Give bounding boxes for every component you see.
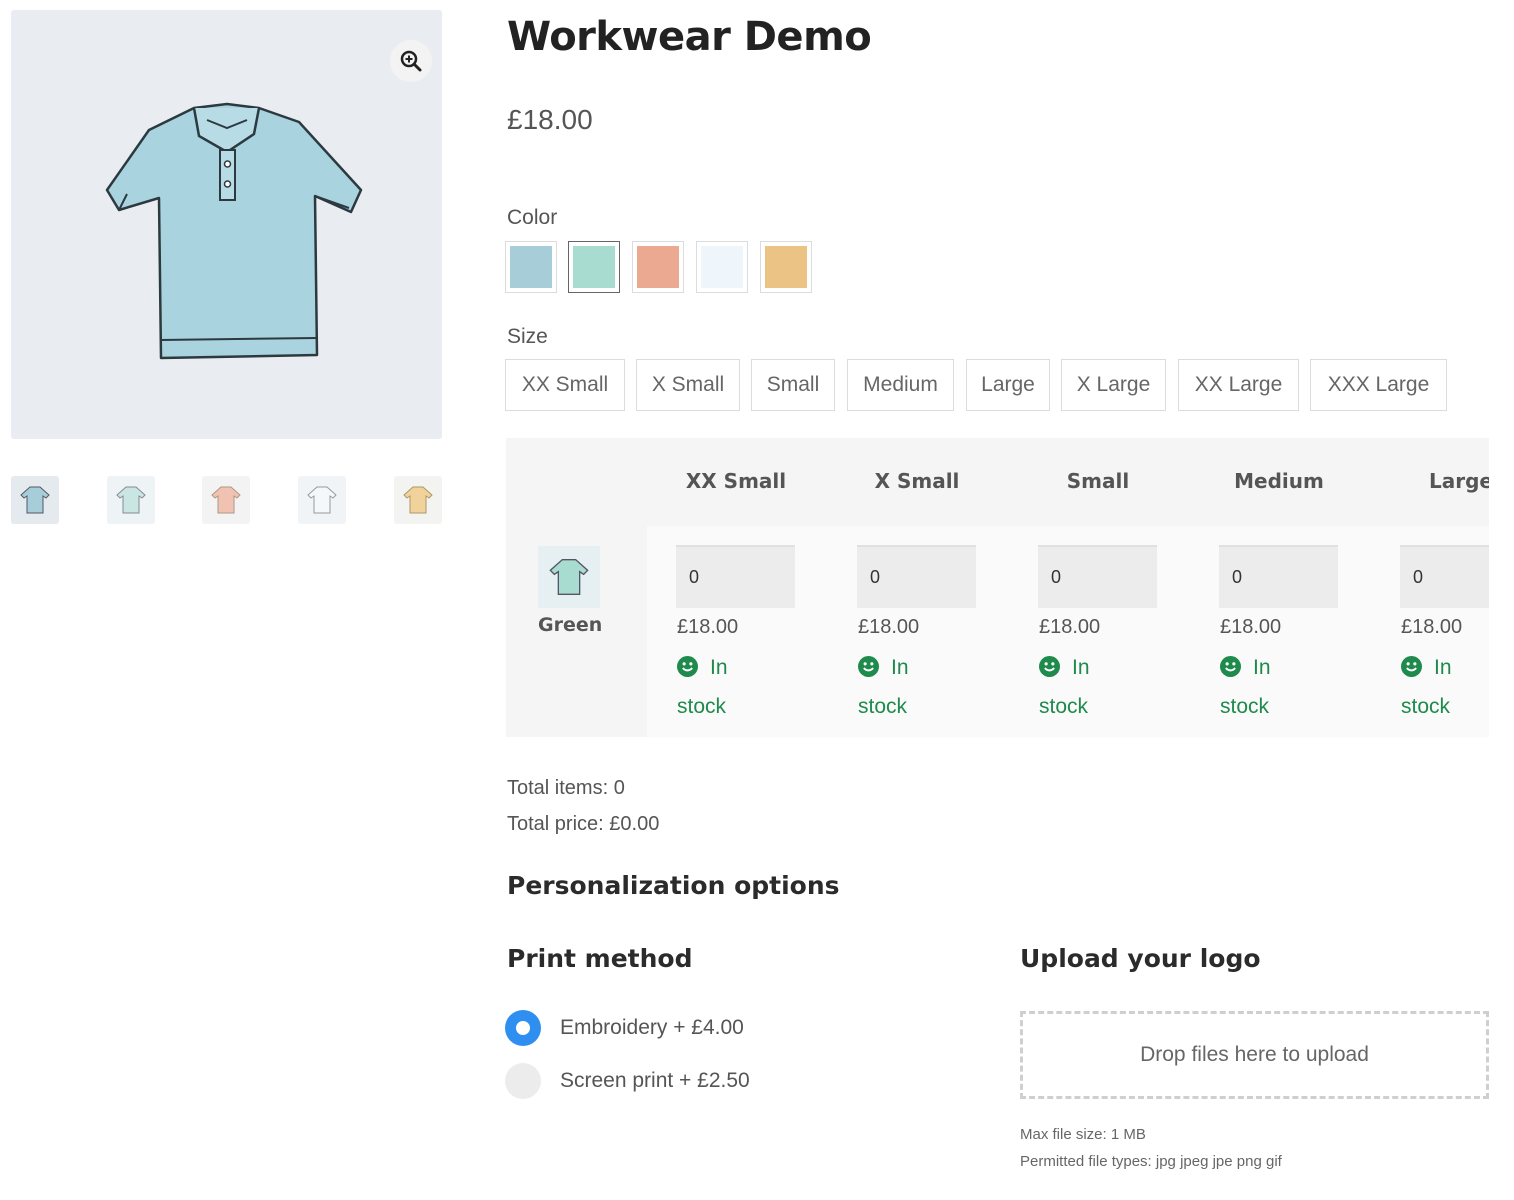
radio-button-selected[interactable]	[505, 1010, 541, 1046]
thumbnail-yellow[interactable]	[394, 476, 442, 524]
personalization-heading: Personalization options	[507, 871, 840, 900]
stock-word-2: stock	[677, 695, 727, 718]
column-header-x-small: X Small	[874, 469, 960, 493]
stock-word-2: stock	[1039, 695, 1089, 718]
cell-price: £18.00	[1039, 616, 1101, 638]
smile-icon	[1401, 653, 1422, 689]
smile-icon	[1220, 653, 1241, 689]
smile-icon	[1039, 653, 1060, 689]
stock-word-2: stock	[858, 695, 908, 718]
stock-word-1: In	[1253, 656, 1271, 679]
print-option-screen-print[interactable]: Screen print + £2.50	[505, 1063, 750, 1099]
smile-icon	[677, 653, 698, 689]
stock-status: In stock	[858, 650, 968, 725]
size-option-xx-small[interactable]: XX Small	[505, 359, 625, 411]
product-price: £18.00	[507, 104, 593, 135]
max-file-size-note: Max file size: 1 MB	[1020, 1126, 1146, 1143]
thumbnail-blue[interactable]	[11, 476, 59, 524]
column-header-large: Large	[1429, 469, 1489, 493]
size-option-x-large[interactable]: X Large	[1061, 359, 1166, 411]
cell-price: £18.00	[1401, 616, 1463, 638]
stock-status: In stock	[1220, 650, 1330, 725]
product-main-image	[11, 10, 442, 439]
column-header-medium: Medium	[1234, 469, 1324, 493]
color-swatch-blue[interactable]	[505, 241, 557, 293]
stock-status: In stock	[677, 650, 787, 725]
print-option-label: Embroidery + £4.00	[560, 1016, 744, 1039]
polo-shirt-thumbnail	[549, 559, 589, 595]
stock-word-1: In	[1434, 656, 1452, 679]
row-label-color: Green	[538, 614, 603, 636]
stock-status: In stock	[1039, 650, 1149, 725]
thumbnail-white[interactable]	[298, 476, 346, 524]
size-option-medium[interactable]: Medium	[847, 359, 954, 411]
column-header-xx-small: XX Small	[685, 469, 787, 493]
stock-word-2: stock	[1220, 695, 1270, 718]
quantity-input[interactable]	[676, 545, 795, 608]
stock-word-1: In	[710, 656, 728, 679]
column-header-small: Small	[1066, 469, 1130, 493]
quantity-input[interactable]	[1400, 545, 1489, 608]
cell-price: £18.00	[677, 616, 739, 638]
polo-shirt-thumbnail	[403, 486, 433, 514]
cell-price: £18.00	[1220, 616, 1282, 638]
color-swatch-white[interactable]	[696, 241, 748, 293]
color-swatch-coral[interactable]	[632, 241, 684, 293]
size-option-x-small[interactable]: X Small	[636, 359, 740, 411]
size-label: Size	[507, 325, 548, 348]
quantity-input[interactable]	[1219, 545, 1338, 608]
quantity-input[interactable]	[857, 545, 976, 608]
file-dropzone[interactable]: Drop files here to upload	[1020, 1011, 1489, 1099]
stock-word-2: stock	[1401, 695, 1451, 718]
print-option-embroidery[interactable]: Embroidery + £4.00	[505, 1010, 744, 1046]
size-option-small[interactable]: Small	[751, 359, 835, 411]
total-price: Total price: £0.00	[507, 813, 660, 835]
radio-button[interactable]	[505, 1063, 541, 1099]
print-option-label: Screen print + £2.50	[560, 1069, 750, 1092]
polo-shirt-thumbnail	[211, 486, 241, 514]
color-swatch-green[interactable]	[568, 241, 620, 293]
file-types-note: Permitted file types: jpg jpeg jpe png g…	[1020, 1153, 1282, 1170]
smile-icon	[858, 653, 879, 689]
cell-price: £18.00	[858, 616, 920, 638]
zoom-in-icon	[400, 50, 422, 72]
product-title: Workwear Demo	[507, 14, 872, 60]
total-items: Total items: 0	[507, 777, 625, 799]
bulk-variation-table: XX Small X Small Small Medium Large Gree…	[506, 438, 1489, 737]
thumbnail-strip	[11, 476, 442, 524]
print-method-heading: Print method	[507, 944, 693, 973]
polo-shirt-thumbnail	[307, 486, 337, 514]
stock-word-1: In	[891, 656, 909, 679]
color-label: Color	[507, 206, 558, 229]
thumbnail-green[interactable]	[107, 476, 155, 524]
size-option-xx-large[interactable]: XX Large	[1178, 359, 1299, 411]
size-option-large[interactable]: Large	[966, 359, 1050, 411]
row-variant-thumbnail	[538, 546, 600, 608]
thumbnail-coral[interactable]	[202, 476, 250, 524]
upload-logo-heading: Upload your logo	[1020, 944, 1261, 973]
zoom-button[interactable]	[390, 40, 432, 82]
polo-shirt-image	[105, 102, 363, 360]
polo-shirt-thumbnail	[116, 486, 146, 514]
quantity-input[interactable]	[1038, 545, 1157, 608]
stock-word-1: In	[1072, 656, 1090, 679]
size-option-xxx-large[interactable]: XXX Large	[1310, 359, 1447, 411]
polo-shirt-thumbnail	[20, 486, 50, 514]
stock-status: In stock	[1401, 650, 1489, 725]
color-swatch-yellow[interactable]	[760, 241, 812, 293]
